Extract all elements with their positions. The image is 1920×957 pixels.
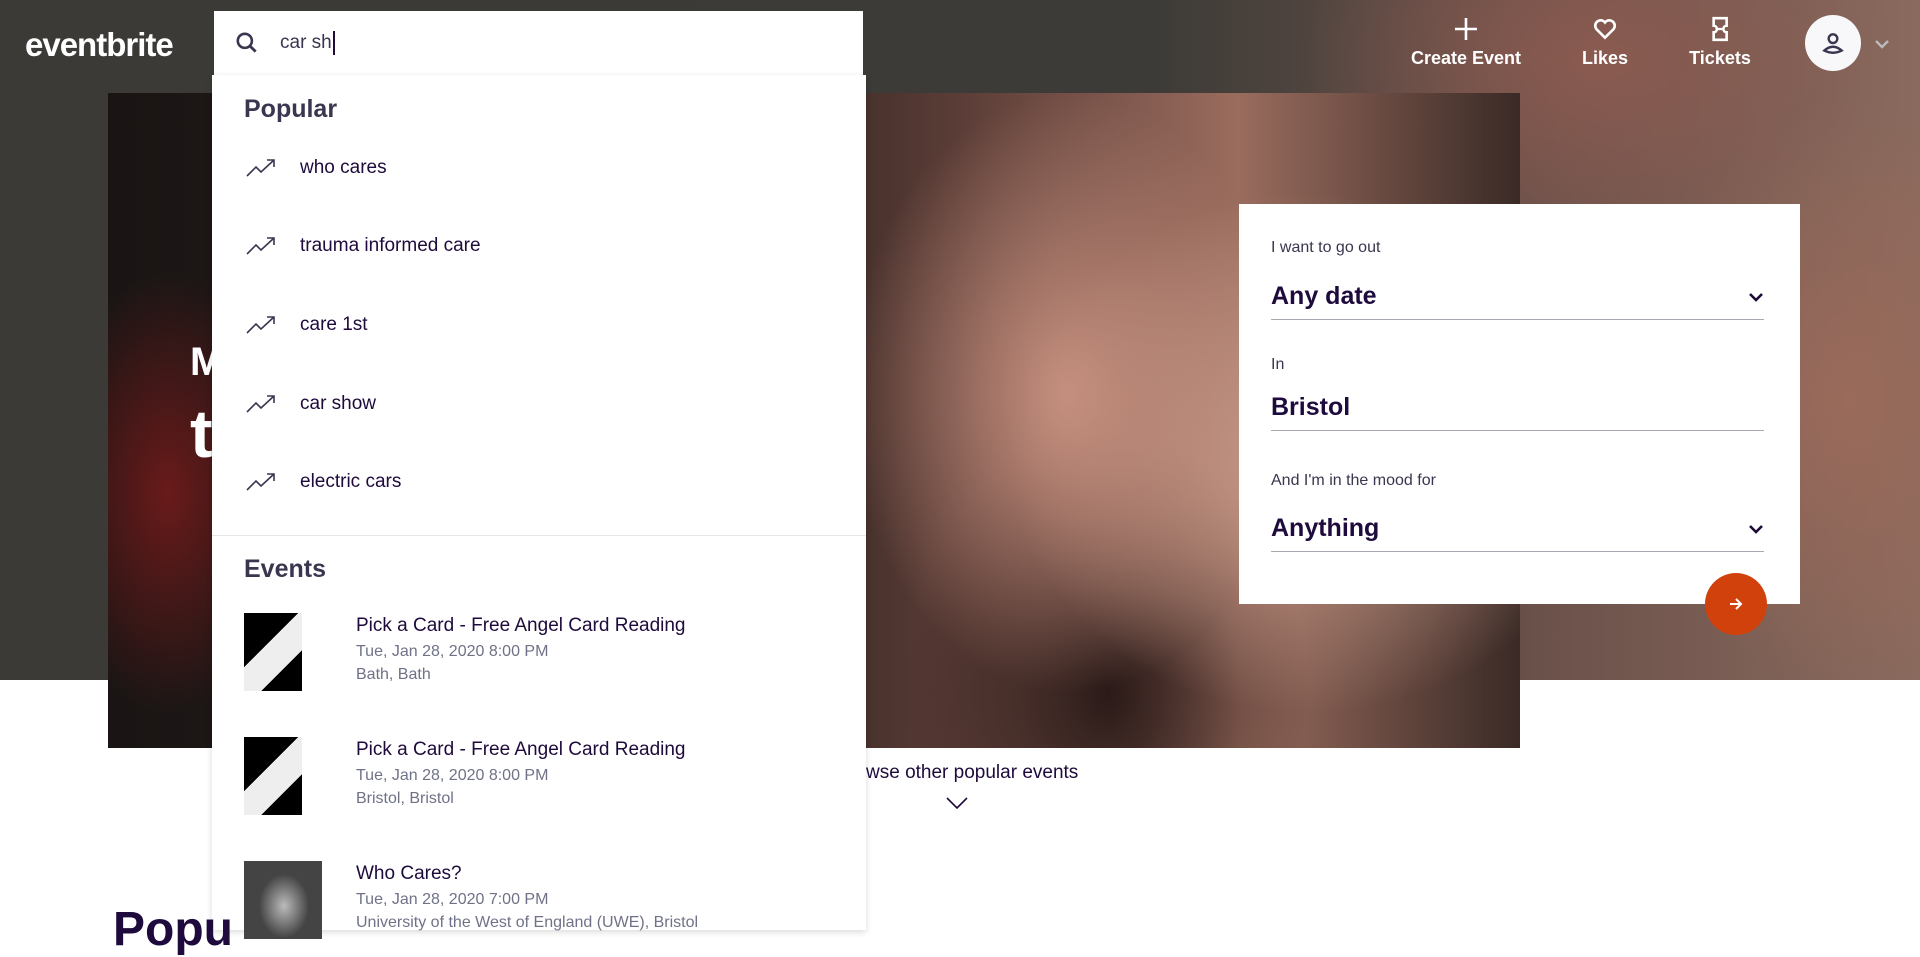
popular-item-label: who cares (300, 157, 387, 178)
location-value: Bristol (1271, 393, 1351, 421)
user-icon (1822, 33, 1844, 54)
tickets-label: Tickets (1689, 48, 1751, 68)
mood-select[interactable]: Anything (1271, 514, 1764, 552)
location-label: In (1271, 356, 1285, 373)
event-item[interactable]: Pick a Card - Free Angel Card Reading Tue… (244, 737, 686, 815)
heart-icon (1593, 19, 1617, 40)
event-title: Pick a Card - Free Angel Card Reading (356, 739, 686, 760)
event-title: Pick a Card - Free Angel Card Reading (356, 615, 686, 636)
event-thumbnail (244, 861, 322, 939)
trending-icon (246, 395, 275, 413)
tickets-button[interactable]: Tickets (1689, 16, 1751, 69)
search-icon (236, 32, 257, 53)
browse-popular-link[interactable]: wse other popular events (866, 762, 1078, 784)
popular-item-label: car show (300, 393, 377, 414)
event-title: Who Cares? (356, 863, 462, 884)
event-location: Bath, Bath (356, 666, 431, 683)
mood-label: And I'm in the mood for (1271, 472, 1436, 489)
event-location: Bristol, Bristol (356, 790, 454, 807)
events-heading: Events (244, 555, 326, 583)
event-date: Tue, Jan 28, 2020 8:00 PM (356, 767, 549, 784)
date-label: I want to go out (1271, 239, 1381, 256)
event-date: Tue, Jan 28, 2020 8:00 PM (356, 643, 549, 660)
popular-item[interactable]: who cares (246, 157, 387, 179)
search-value[interactable]: car sh (280, 31, 335, 55)
chevron-down-icon[interactable] (1874, 38, 1890, 50)
popular-item-label: electric cars (300, 471, 402, 492)
arrow-right-icon (1730, 598, 1743, 610)
trending-icon (246, 159, 275, 177)
popular-heading: Popular (244, 95, 338, 123)
event-location: University of the West of England (UWE),… (356, 914, 699, 931)
event-date: Tue, Jan 28, 2020 7:00 PM (356, 891, 549, 908)
popular-item[interactable]: trauma informed care (246, 235, 481, 257)
location-input[interactable]: Bristol (1271, 393, 1764, 431)
popular-item[interactable]: car show (246, 393, 376, 415)
divider (212, 535, 866, 536)
likes-button[interactable]: Likes (1582, 16, 1628, 69)
likes-label: Likes (1581, 48, 1629, 68)
popular-item-label: care 1st (300, 314, 368, 335)
event-item[interactable]: Pick a Card - Free Angel Card Reading Tue… (244, 613, 686, 691)
ticket-icon (1712, 16, 1728, 42)
avatar[interactable] (1805, 15, 1861, 71)
trending-icon (246, 473, 275, 491)
date-value: Any date (1271, 282, 1377, 310)
chevron-down-icon[interactable] (945, 795, 969, 811)
date-select[interactable]: Any date (1271, 282, 1764, 320)
trending-icon (246, 316, 275, 334)
chevron-down-icon (1749, 524, 1763, 534)
search-input[interactable]: car sh (214, 11, 863, 75)
popular-item[interactable]: electric cars (246, 471, 401, 493)
search-panel: I want to go out Any date In Bristol And… (1239, 204, 1800, 604)
hero-heading-line2: t (190, 396, 213, 472)
search-submit-button[interactable] (1705, 573, 1767, 635)
eventbrite-logo[interactable]: eventbrite (25, 26, 174, 64)
popular-item-label: trauma informed care (300, 235, 481, 256)
plus-icon (1455, 18, 1477, 40)
search-suggestions: Popular who cares trauma informed care c… (212, 75, 866, 939)
mood-value: Anything (1271, 514, 1380, 542)
event-thumbnail (244, 613, 302, 691)
trending-icon (246, 237, 275, 255)
event-thumbnail (244, 737, 302, 815)
event-item[interactable]: Who Cares? Tue, Jan 28, 2020 7:00 PM Unive… (244, 861, 698, 939)
create-event-button[interactable]: Create Event (1411, 16, 1521, 69)
popular-item[interactable]: care 1st (246, 314, 368, 336)
create-event-label: Create Event (1410, 48, 1522, 68)
chevron-down-icon (1749, 292, 1763, 302)
